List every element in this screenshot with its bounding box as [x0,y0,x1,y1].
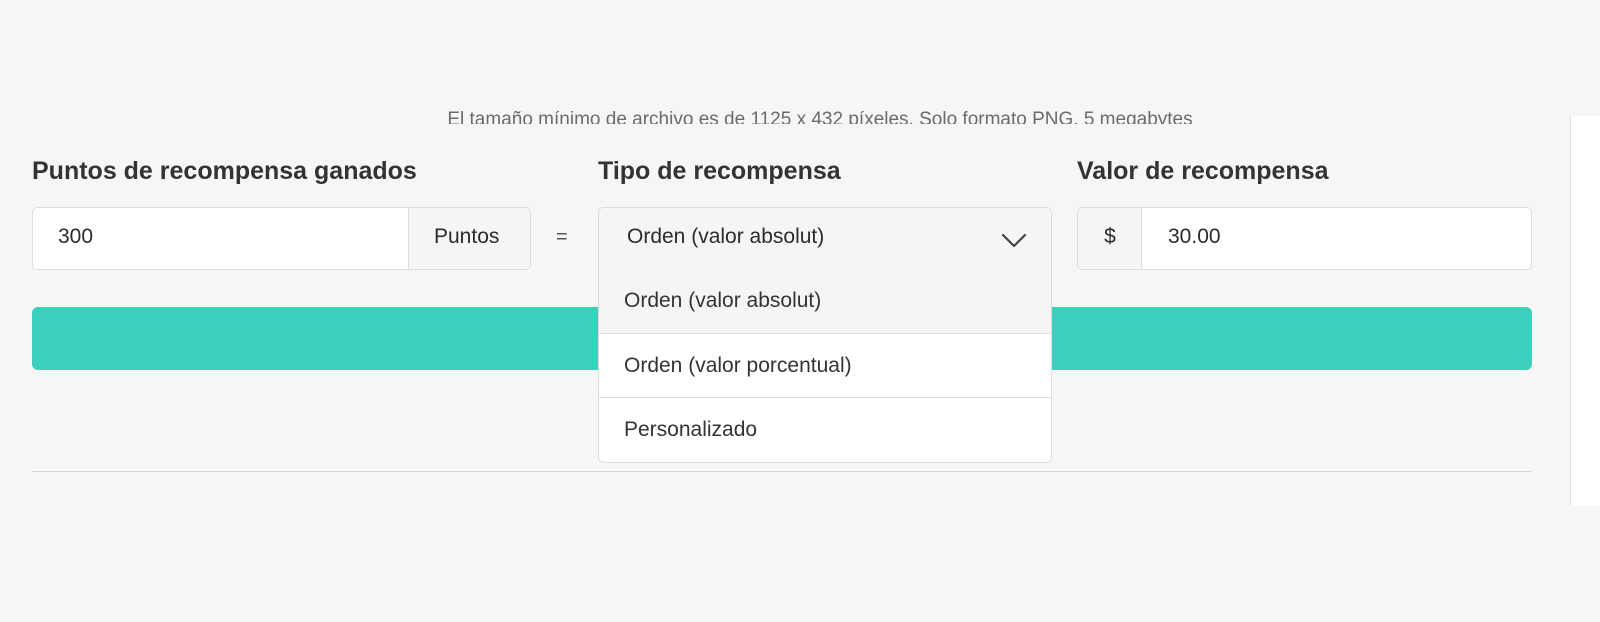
currency-symbol: $ [1104,225,1116,248]
points-input-group: 300 Puntos [32,207,531,270]
reward-type-selected-value: Orden (valor absolut) [627,225,825,248]
section-divider [32,471,1532,472]
reward-type-option[interactable]: Orden (valor absolut) [599,269,1051,333]
reward-type-options-menu: Orden (valor absolut) Orden (valor porce… [598,269,1052,463]
reward-value-label: Valor de recompensa [1077,157,1329,185]
points-label: Puntos de recompensa ganados [32,157,417,185]
side-panel-edge [1570,116,1600,506]
points-unit-label: Puntos [434,225,500,248]
reward-value-input-group: $ 30.00 [1077,207,1532,270]
upload-hint-clipped: El tamaño mínimo de archivo es de 1125 x… [0,104,1600,124]
reward-type-select[interactable]: Orden (valor absolut) [598,207,1052,270]
points-unit-addon: Puntos [408,208,530,269]
points-input[interactable]: 300 [58,225,93,249]
reward-type-option[interactable]: Orden (valor porcentual) [599,333,1051,397]
upload-hint-text: El tamaño mínimo de archivo es de 1125 x… [447,109,1193,124]
reward-type-label: Tipo de recompensa [598,157,841,185]
equals-sign: = [556,226,568,248]
currency-addon: $ [1078,208,1142,269]
reward-type-option[interactable]: Personalizado [599,397,1051,461]
chevron-down-icon [1001,227,1027,258]
reward-value-input[interactable]: 30.00 [1168,225,1221,249]
